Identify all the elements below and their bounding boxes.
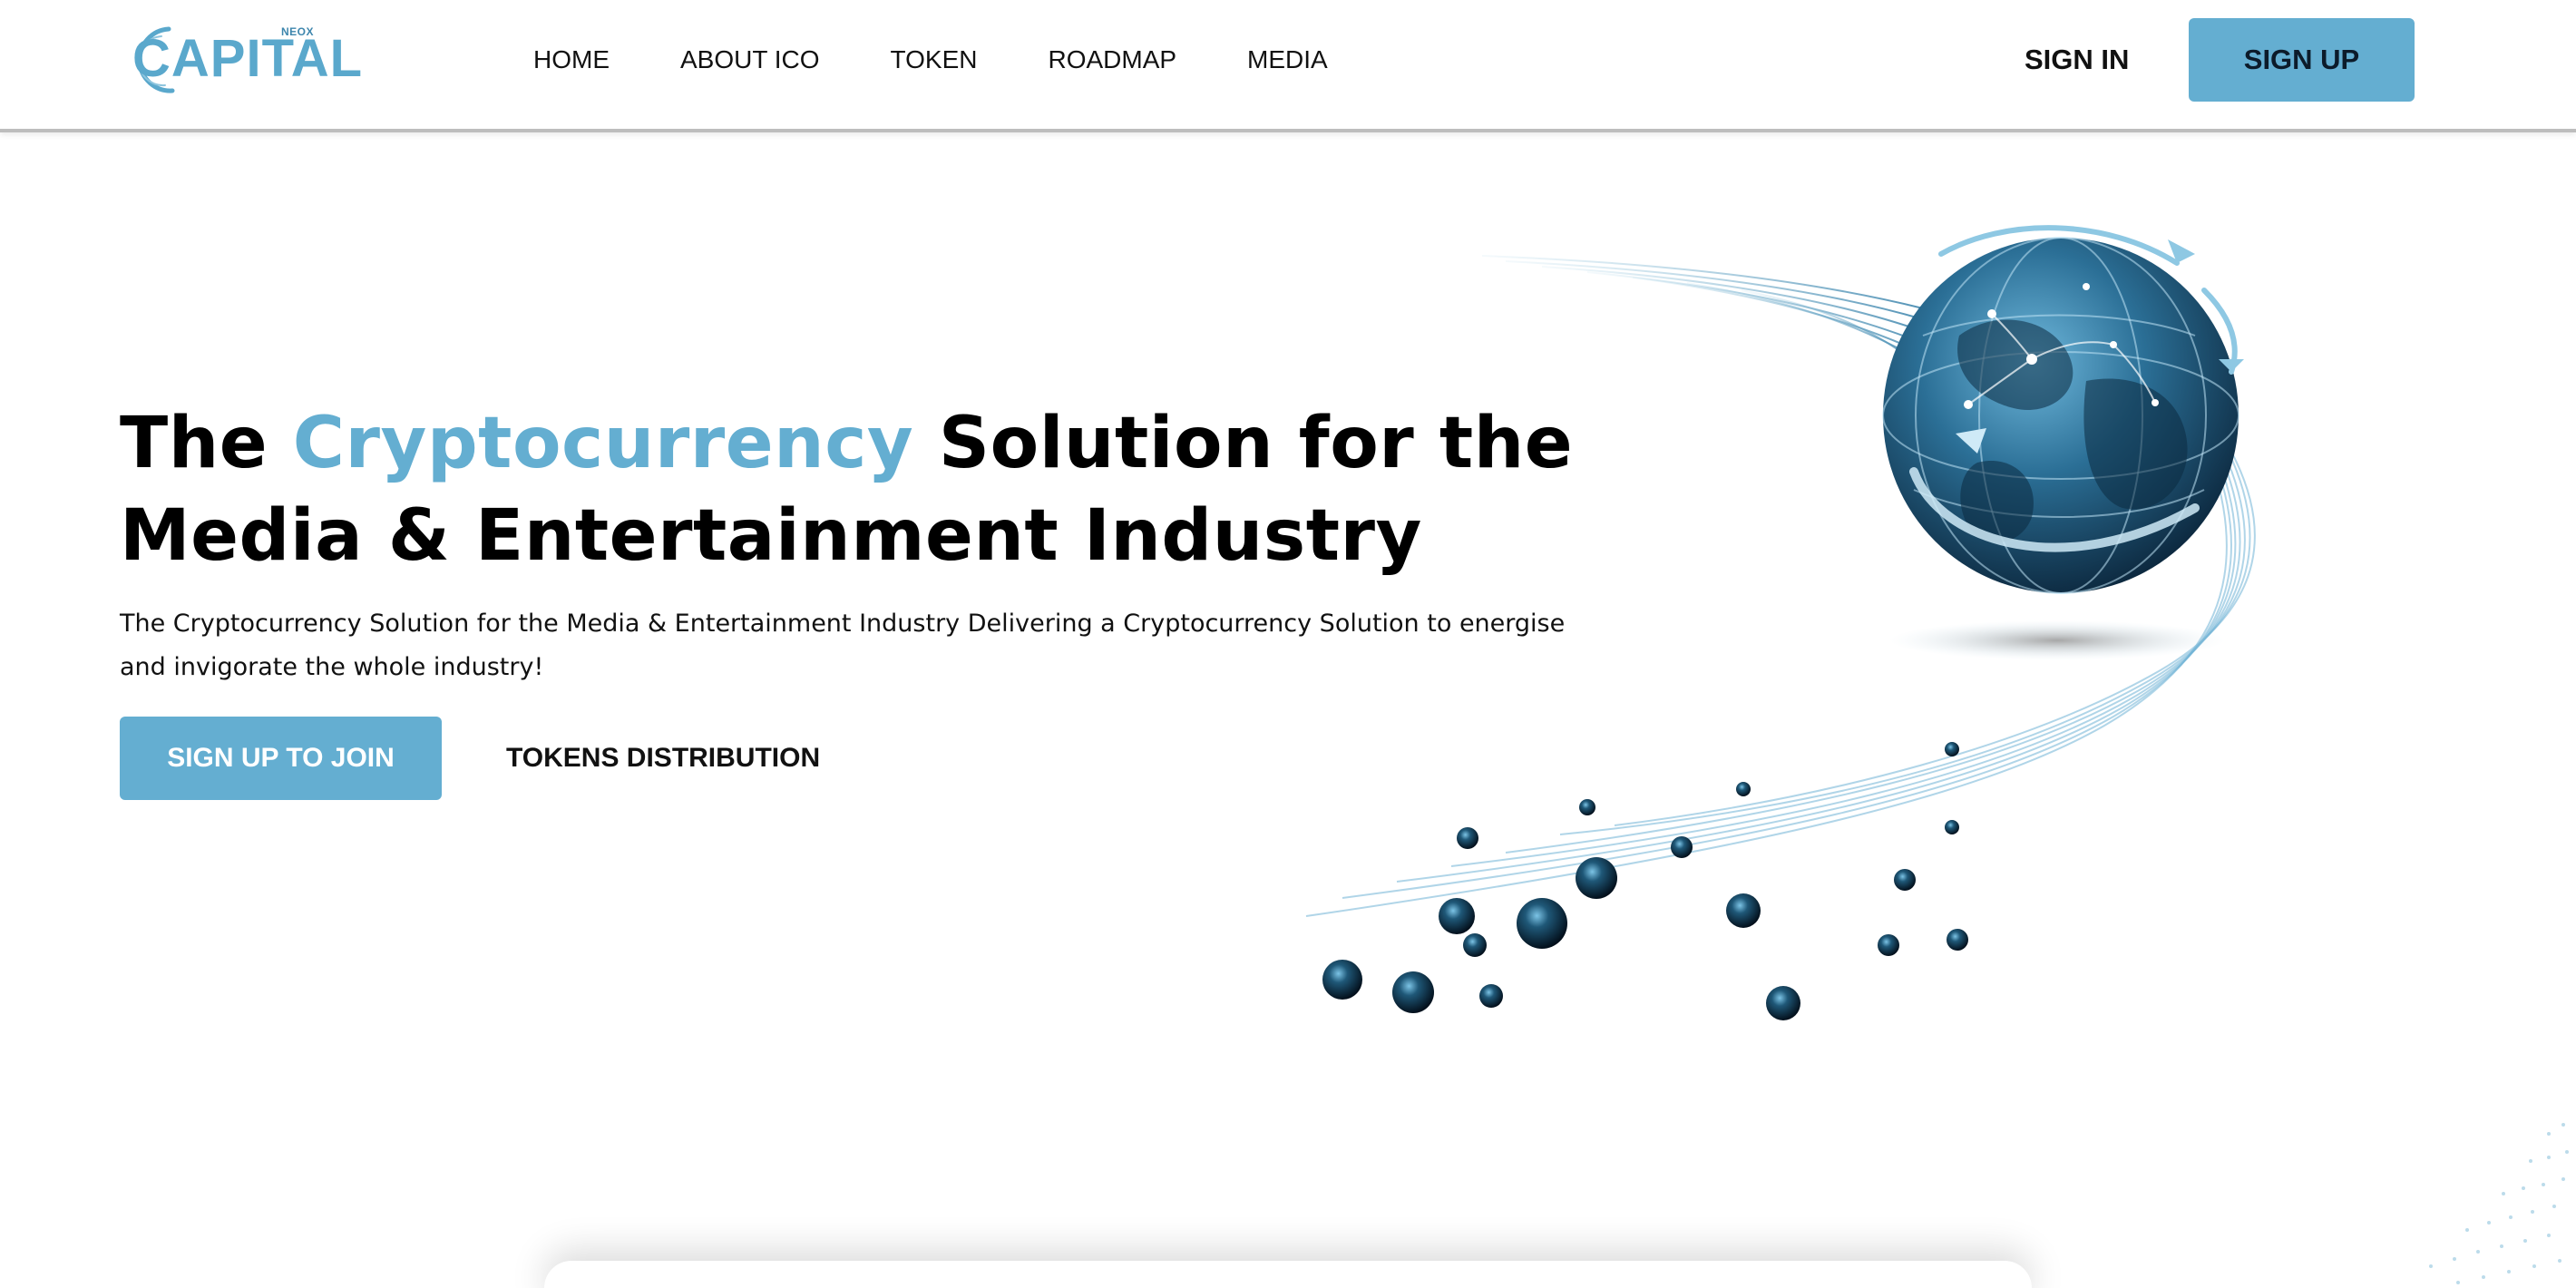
nav-home[interactable]: HOME: [533, 45, 610, 74]
light-streaks: [1481, 255, 1935, 378]
logo-superscript: NEOX: [281, 25, 315, 38]
sign-up-button[interactable]: SIGN UP: [2189, 18, 2415, 102]
next-section-card-edge: [544, 1261, 2032, 1288]
globe: [1882, 225, 2244, 594]
site-header: CAPITAL NEOX HOME ABOUT ICO TOKEN ROADMA…: [0, 0, 2576, 132]
nav-roadmap[interactable]: ROADMAP: [1048, 45, 1176, 74]
hero-title-prefix: The: [120, 403, 293, 484]
nav-media[interactable]: MEDIA: [1247, 45, 1328, 74]
hero-title-line2: Media & Entertainment Industry: [120, 495, 1422, 577]
globe-network-icon: [1305, 225, 2256, 1020]
nav-about-ico[interactable]: ABOUT ICO: [680, 45, 820, 74]
logo-wordmark: CAPITAL: [132, 29, 364, 88]
sign-in-link[interactable]: SIGN IN: [2025, 40, 2129, 80]
hero-title-accent: Cryptocurrency: [292, 403, 914, 484]
tokens-distribution-link[interactable]: TOKENS DISTRIBUTION: [506, 738, 820, 778]
capital-neox-logo[interactable]: CAPITAL NEOX: [120, 22, 362, 98]
nav-token[interactable]: TOKEN: [891, 45, 978, 74]
main-nav: HOME ABOUT ICO TOKEN ROADMAP MEDIA: [533, 40, 1328, 80]
decorative-dots-icon: [2429, 1123, 2569, 1284]
globe-shadow: [1889, 620, 2225, 660]
sign-up-to-join-button[interactable]: SIGN UP TO JOIN: [120, 717, 442, 800]
